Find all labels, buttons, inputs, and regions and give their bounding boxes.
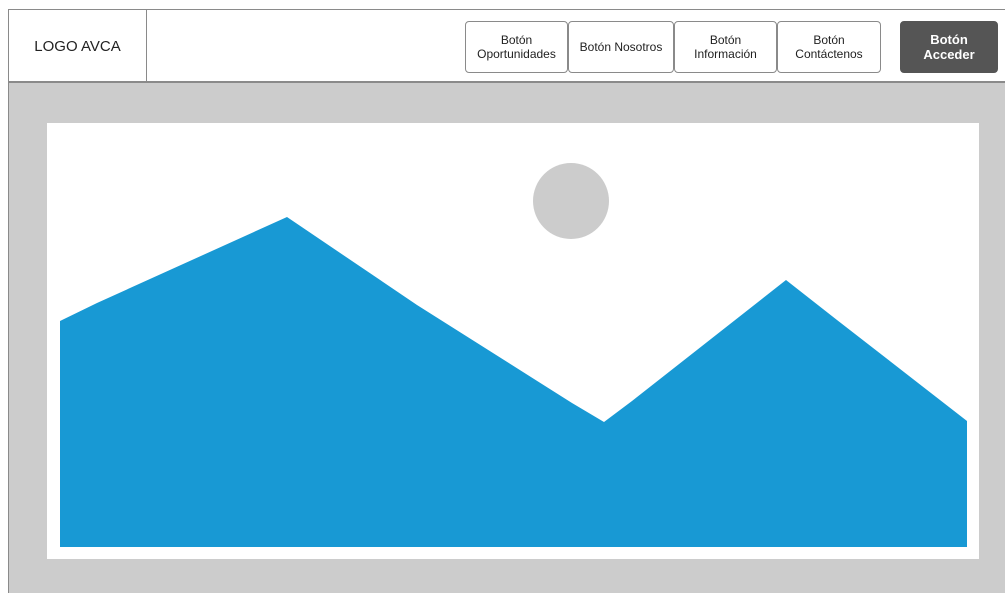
top-header: LOGO AVCA Botón Oportunidades Botón Noso…: [8, 9, 1005, 83]
opportunities-button-line2: Oportunidades: [477, 47, 556, 61]
about-button[interactable]: Botón Nosotros: [568, 21, 674, 73]
contact-button-line1: Botón: [813, 33, 845, 47]
logo-text: LOGO AVCA: [34, 37, 121, 55]
sun-shape: [533, 163, 609, 239]
logo[interactable]: LOGO AVCA: [9, 10, 147, 82]
information-button-line1: Botón: [709, 33, 742, 47]
contact-button-line2: Contáctenos: [795, 47, 863, 61]
page: LOGO AVCA Botón Oportunidades Botón Noso…: [0, 0, 1005, 593]
hero-image-placeholder: [47, 123, 979, 559]
access-button-line1: Botón: [930, 32, 968, 47]
image-placeholder-icon: [60, 163, 967, 547]
access-button-line2: Acceder: [923, 47, 975, 62]
contact-button[interactable]: Botón Contáctenos: [777, 21, 881, 73]
opportunities-button[interactable]: Botón Oportunidades: [465, 21, 568, 73]
opportunities-button-line1: Botón: [500, 33, 533, 47]
access-button[interactable]: Botón Acceder: [900, 21, 998, 73]
about-button-label: Botón Nosotros: [579, 40, 663, 54]
mountains-shape: [60, 217, 967, 547]
information-button[interactable]: Botón Información: [674, 21, 777, 73]
information-button-line2: Información: [694, 47, 757, 61]
